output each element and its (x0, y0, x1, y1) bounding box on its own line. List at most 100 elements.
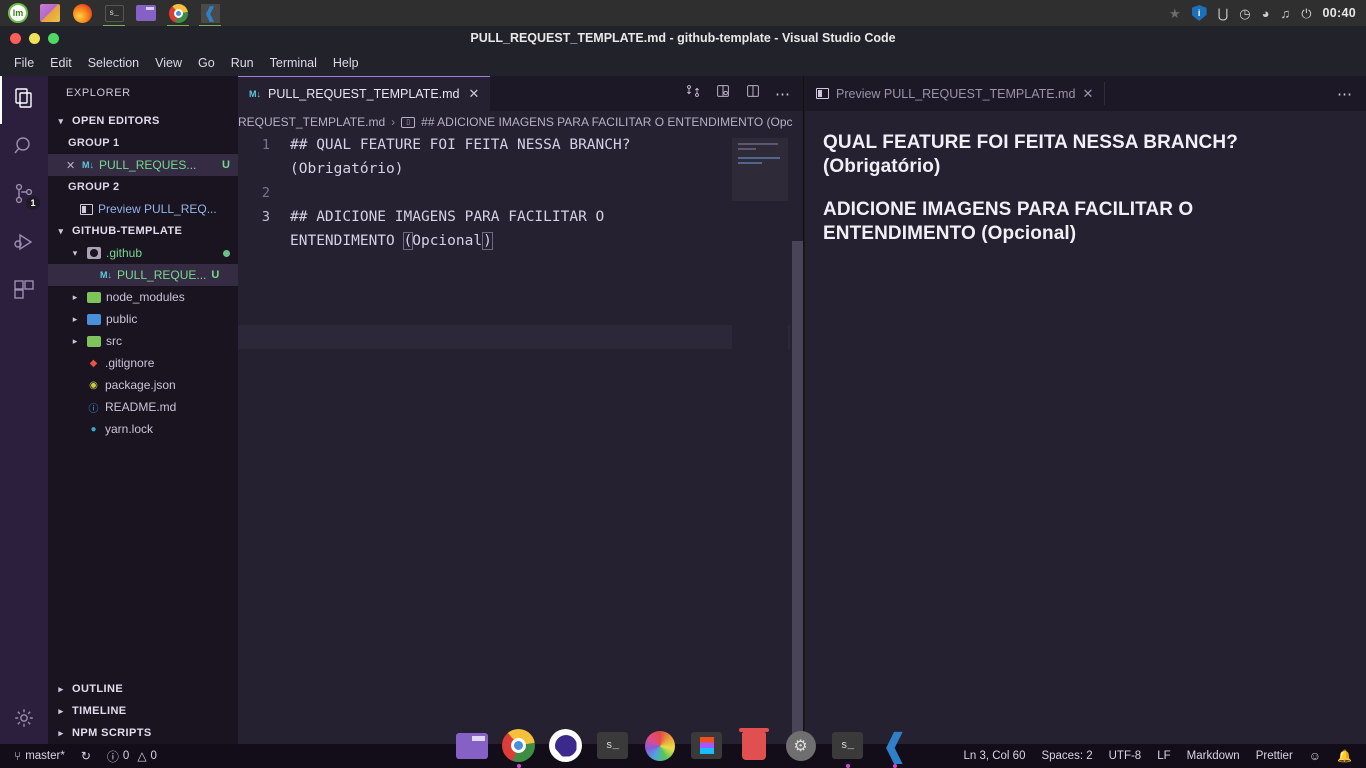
vscode-window: lm s_ ❰ ★ i ⋃ ◷ ◕ ♫ ⏻ 00:40 PULL_REQUEST… (0, 0, 1366, 768)
code-editor[interactable]: 1 ## QUAL FEATURE FOI FEITA NESSA BRANCH… (238, 133, 804, 744)
battery-icon[interactable]: ⏻ (1301, 7, 1311, 20)
dock-trash[interactable] (736, 727, 772, 764)
terminal-icon[interactable]: s_ (101, 0, 127, 27)
chevron-right-icon: ▸ (72, 313, 78, 324)
dock-settings[interactable]: ⚙ (783, 728, 819, 764)
os-launcher-list: lm s_ ❰ (0, 0, 226, 27)
files-icon[interactable] (133, 0, 159, 26)
split-editor-icon[interactable] (745, 83, 761, 104)
menu-selection[interactable]: Selection (80, 53, 147, 73)
editor-group-divider[interactable] (803, 76, 804, 744)
dock-vscode[interactable]: ❰ (877, 728, 913, 764)
minimap[interactable] (732, 133, 788, 744)
status-encoding[interactable]: UTF-8 (1101, 744, 1150, 768)
dock-files[interactable] (454, 728, 490, 764)
section-npm-scripts[interactable]: ▸ NPM SCRIPTS (48, 722, 238, 744)
activitybar-item-explorer[interactable] (0, 76, 48, 124)
close-tab-icon[interactable]: ✕ (469, 86, 480, 102)
status-sync[interactable]: ↻ (73, 744, 99, 768)
tree-item-github[interactable]: ▾ .github (48, 242, 238, 264)
tab-label: Preview PULL_REQUEST_TEMPLATE.md (836, 86, 1076, 101)
bluetooth-icon[interactable]: ★ (1169, 7, 1181, 20)
preview-heading: ADICIONE IMAGENS PARA FACILITAR O ENTEND… (823, 198, 1194, 244)
chrome-icon[interactable] (165, 0, 191, 27)
open-editor-item-pull-request-template[interactable]: ✕ M↓ PULL_REQUES... U (48, 154, 238, 176)
status-problems[interactable]: ⓘ 0 △ 0 (99, 744, 165, 768)
tree-item-gitignore[interactable]: ◆ .gitignore (48, 352, 238, 374)
menu-edit[interactable]: Edit (42, 53, 80, 73)
menu-run[interactable]: Run (223, 53, 262, 73)
open-editor-item-preview[interactable]: Preview PULL_REQ... (48, 198, 238, 220)
status-formatter[interactable]: Prettier (1248, 744, 1301, 768)
shield-icon[interactable]: i (1191, 5, 1207, 21)
tree-item-src[interactable]: ▸ src (48, 330, 238, 352)
section-workspace[interactable]: ▾ GITHUB-TEMPLATE (48, 220, 238, 242)
tab-pull-request-template[interactable]: M↓ PULL_REQUEST_TEMPLATE.md ✕ (238, 76, 491, 111)
bracket-match-close: ) (482, 232, 493, 250)
dock-brave[interactable] (548, 728, 584, 764)
section-open-editors[interactable]: ▾ OPEN EDITORS (48, 110, 238, 132)
menu-help[interactable]: Help (325, 53, 367, 73)
tree-item-package-json[interactable]: ◉ package.json (48, 374, 238, 396)
dock-terminal[interactable]: s_ (595, 728, 631, 764)
close-tab-icon[interactable]: ✕ (1082, 86, 1093, 102)
status-cursor-position[interactable]: Ln 3, Col 60 (955, 744, 1033, 768)
ellipsis-icon[interactable]: ⋯ (1337, 85, 1352, 103)
dock-figma[interactable] (689, 728, 725, 764)
close-icon[interactable]: ✕ (66, 159, 77, 172)
editor-scrollbar-track[interactable] (790, 133, 804, 744)
status-language-mode[interactable]: Markdown (1179, 744, 1248, 768)
section-outline[interactable]: ▸ OUTLINE (48, 678, 238, 700)
breadcrumb-file[interactable]: REQUEST_TEMPLATE.md (238, 115, 385, 129)
gimp-icon[interactable] (37, 0, 63, 26)
line-number: 3 (261, 209, 270, 225)
status-eol[interactable]: LF (1149, 744, 1178, 768)
activitybar-item-run-and-debug[interactable] (0, 220, 48, 268)
tree-item-label: package.json (105, 378, 176, 392)
breadcrumb-symbol[interactable]: ## ADICIONE IMAGENS PARA FACILITAR O ENT… (421, 115, 792, 129)
open-preview-to-side-icon[interactable] (715, 83, 731, 104)
tree-item-public[interactable]: ▸ public (48, 308, 238, 330)
usb-icon[interactable]: ⋃ (1218, 7, 1229, 20)
tab-label: PULL_REQUEST_TEMPLATE.md (268, 87, 460, 101)
music-icon[interactable]: ♫ (1280, 7, 1290, 20)
activitybar-item-settings[interactable] (0, 696, 48, 744)
tree-item-yarn-lock[interactable]: ● yarn.lock (48, 418, 238, 440)
status-account[interactable]: ☺ (1301, 744, 1329, 768)
section-timeline[interactable]: ▸ TIMELINE (48, 700, 238, 722)
maximize-window-button[interactable] (48, 33, 59, 44)
git-icon: ◆ (89, 357, 98, 369)
clock-icon[interactable]: ◷ (1239, 7, 1250, 20)
menu-file[interactable]: File (6, 53, 42, 73)
status-indentation[interactable]: Spaces: 2 (1033, 744, 1100, 768)
ellipsis-icon[interactable]: ⋯ (775, 85, 790, 103)
dock-chrome[interactable] (501, 728, 537, 764)
tree-item-node-modules[interactable]: ▸ node_modules (48, 286, 238, 308)
activitybar-item-mongodb[interactable] (0, 316, 48, 364)
menu-terminal[interactable]: Terminal (262, 53, 325, 73)
activitybar-item-search[interactable] (0, 124, 48, 172)
close-window-button[interactable] (10, 33, 21, 44)
os-clock[interactable]: 00:40 (1323, 6, 1356, 20)
firefox-icon[interactable] (69, 0, 95, 26)
minimize-window-button[interactable] (29, 33, 40, 44)
status-notifications[interactable]: 🔔 (1329, 744, 1366, 768)
activitybar-item-source-control[interactable]: 1 (0, 172, 48, 220)
editor-scrollbar-thumb[interactable] (792, 241, 803, 744)
vscode-icon[interactable]: ❰ (197, 0, 223, 27)
tree-item-pull-request-template[interactable]: M↓ PULL_REQUE... U (48, 264, 238, 286)
tab-preview-pull-request-template[interactable]: Preview PULL_REQUEST_TEMPLATE.md ✕ (805, 76, 1105, 111)
activitybar-item-extensions[interactable] (0, 268, 48, 316)
compare-icon[interactable] (685, 83, 701, 104)
dock-photos[interactable] (642, 728, 678, 764)
string-symbol-icon: ▯ (401, 116, 416, 128)
tree-item-readme[interactable]: ⓘ README.md (48, 396, 238, 418)
menu-view[interactable]: View (147, 53, 190, 73)
dock-terminal-2[interactable]: s_ (830, 728, 866, 764)
wifi-icon[interactable]: ◕ (1262, 7, 1270, 20)
status-bar: ⑂ master* ↻ ⓘ 0 △ 0 Ln 3, Col 60 Spaces:… (0, 744, 1366, 768)
mint-menu-icon[interactable]: lm (5, 0, 31, 26)
minimap-slider[interactable] (732, 138, 788, 201)
status-branch[interactable]: ⑂ master* (0, 744, 73, 768)
menu-go[interactable]: Go (190, 53, 223, 73)
